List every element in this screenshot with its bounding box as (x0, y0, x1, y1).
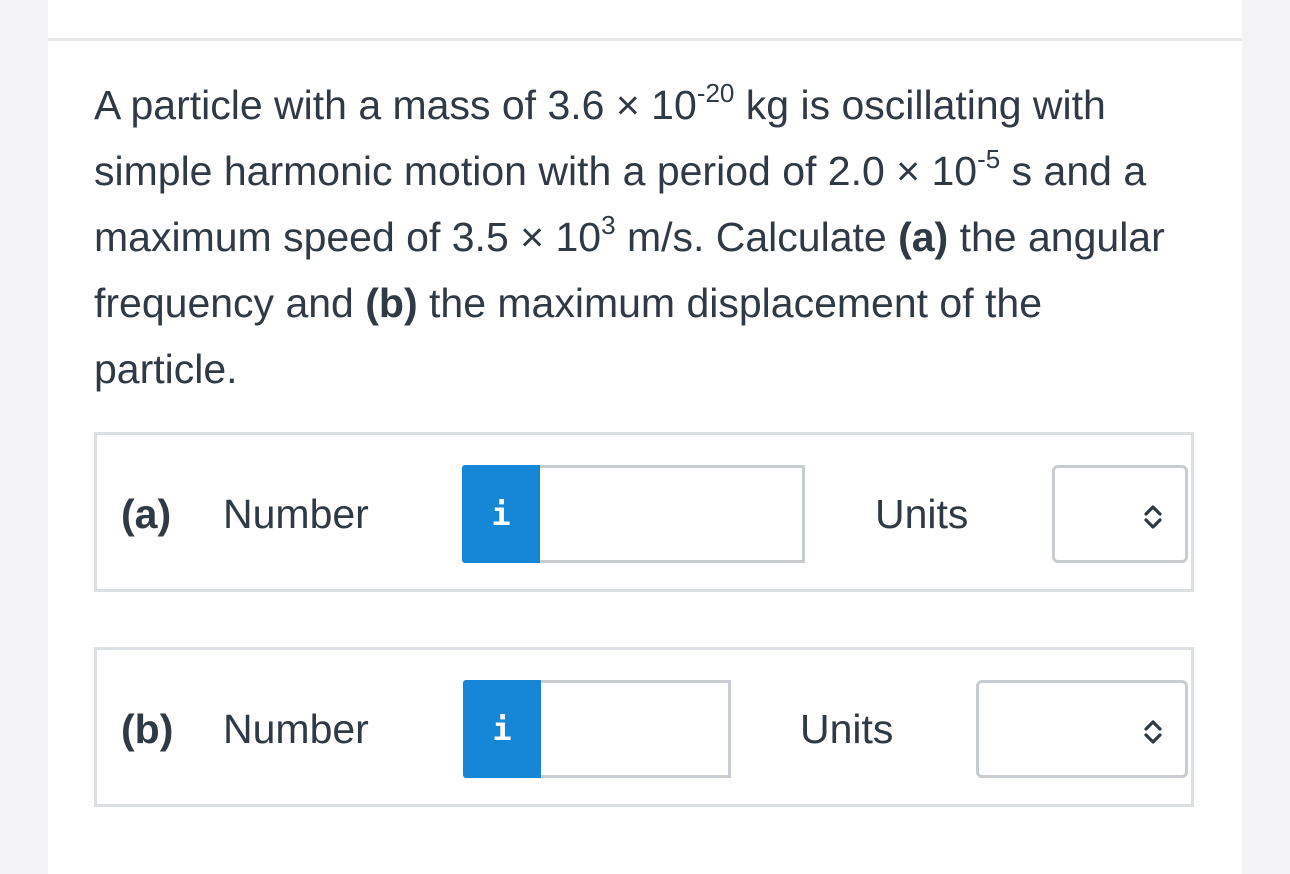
part-label: (b) (121, 706, 174, 752)
number-input[interactable] (541, 680, 731, 778)
chevron-up-down-icon (1144, 505, 1162, 529)
number-label: Number (223, 491, 369, 537)
question-card: A particle with a mass of 3.6 × 10-20 kg… (48, 0, 1242, 874)
units-select[interactable] (976, 680, 1188, 778)
chevron-up-down-icon (1144, 720, 1162, 744)
number-label: Number (223, 706, 369, 752)
exponent: -20 (696, 78, 735, 109)
answer-row-b: (b) Number i Units (94, 647, 1194, 807)
units-select[interactable] (1052, 465, 1188, 563)
exponent: 3 (601, 210, 616, 241)
units-label: Units (875, 491, 969, 537)
answer-row-a: (a) Number i Units (94, 432, 1194, 592)
info-icon[interactable]: i (462, 465, 540, 563)
exponent: -5 (977, 144, 1001, 175)
number-input[interactable] (540, 465, 805, 563)
question-text: A particle with a mass of 3.6 × 10-20 kg… (94, 72, 1174, 402)
part-label: (a) (121, 491, 172, 537)
units-label: Units (800, 706, 894, 752)
part-marker: (a) (898, 214, 949, 260)
part-marker: (b) (365, 280, 418, 326)
question-segment: m/s. Calculate (615, 214, 899, 260)
divider (48, 38, 1242, 41)
info-icon[interactable]: i (463, 680, 541, 778)
question-segment: A particle with a mass of 3.6 × 10 (94, 82, 697, 128)
